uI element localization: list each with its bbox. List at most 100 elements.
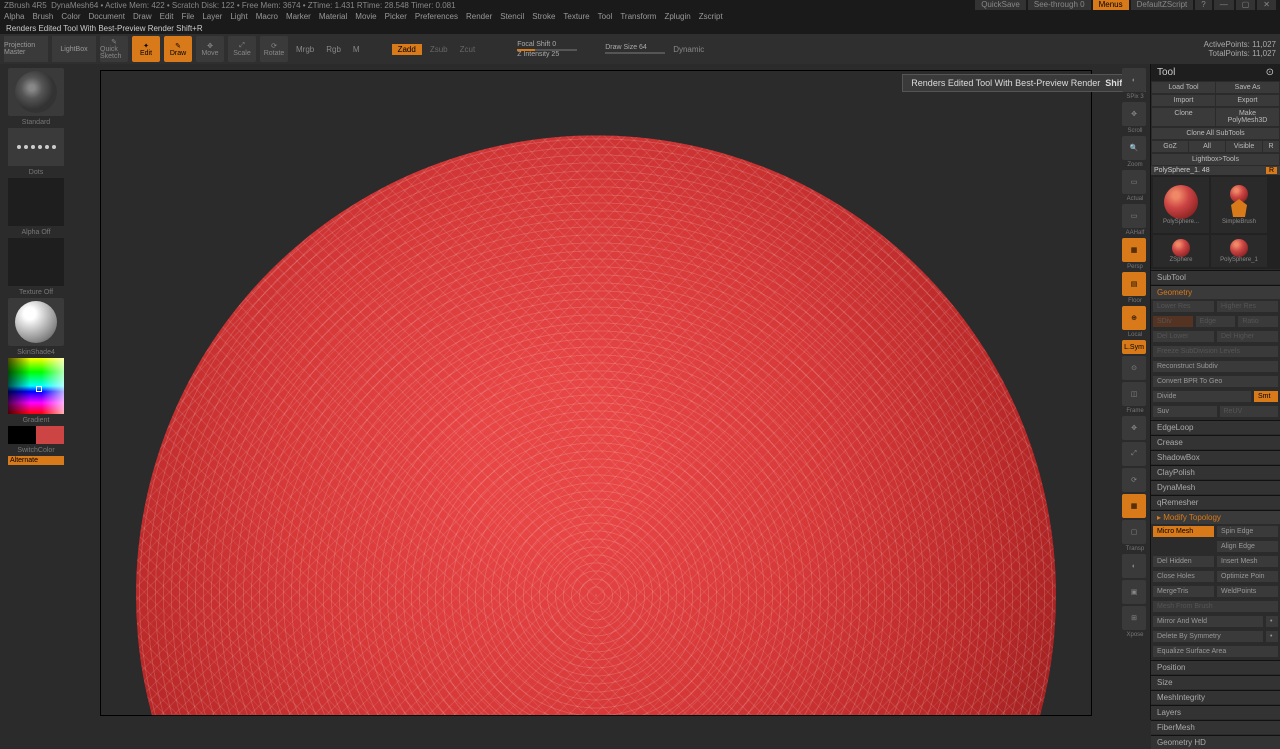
menus-button[interactable]: Menus <box>1093 0 1129 10</box>
lightbox-button[interactable]: LightBox <box>52 36 96 62</box>
spin-edge-button[interactable]: Spin Edge <box>1217 526 1278 537</box>
lsym-button[interactable]: L.Sym <box>1122 340 1146 354</box>
defaultscript-button[interactable]: DefaultZScript <box>1131 0 1194 10</box>
make-polymesh-button[interactable]: Make PolyMesh3D <box>1216 108 1279 126</box>
alpha-thumbnail[interactable] <box>8 178 64 226</box>
menu-item[interactable]: Document <box>89 12 125 21</box>
frame-button[interactable]: ◫ <box>1122 382 1146 406</box>
mergetris-button[interactable]: MergeTris <box>1153 586 1214 597</box>
menu-item[interactable]: Material <box>319 12 347 21</box>
thumb-zsphere[interactable]: ZSphere <box>1153 235 1209 267</box>
section-geohd[interactable]: Geometry HD <box>1151 735 1280 749</box>
ratio-button[interactable]: Ratio <box>1238 316 1278 327</box>
insert-mesh-button[interactable]: Insert Mesh <box>1217 556 1278 567</box>
menu-item[interactable]: Stroke <box>532 12 555 21</box>
section-shadowbox[interactable]: ShadowBox <box>1151 450 1280 464</box>
del-hidden-button[interactable]: Del Hidden <box>1153 556 1214 567</box>
zsub-button[interactable]: Zsub <box>426 44 452 55</box>
menu-item[interactable]: Zplugin <box>664 12 690 21</box>
visible-button[interactable]: Visible <box>1226 141 1262 152</box>
solo-icon[interactable]: ▣ <box>1122 580 1146 604</box>
suv-button[interactable]: Suv <box>1153 406 1217 417</box>
xpose-button[interactable]: ⊞ <box>1122 606 1146 630</box>
lightbox-tools-button[interactable]: Lightbox>Tools <box>1152 154 1279 165</box>
mesh-sphere[interactable] <box>136 135 1056 716</box>
align-edge-button[interactable]: Align Edge <box>1217 541 1278 552</box>
rotate-button[interactable]: ⟳Rotate <box>260 36 288 62</box>
menu-item[interactable]: Alpha <box>4 12 24 21</box>
menu-item[interactable]: Transform <box>620 12 656 21</box>
section-claypolish[interactable]: ClayPolish <box>1151 465 1280 479</box>
tool-name-bar[interactable]: PolySphere_1. 48R <box>1151 166 1280 175</box>
menu-item[interactable]: Stencil <box>500 12 524 21</box>
menu-item[interactable]: Edit <box>160 12 174 21</box>
collapse-icon[interactable]: ⊙ <box>1266 67 1274 78</box>
help-icon[interactable]: ? <box>1195 0 1211 10</box>
menu-item[interactable]: Texture <box>563 12 589 21</box>
all-button[interactable]: All <box>1189 141 1225 152</box>
section-subtool[interactable]: SubTool <box>1151 270 1280 284</box>
scale-icon[interactable]: ⤢ <box>1122 442 1146 466</box>
section-dynamesh[interactable]: DynaMesh <box>1151 480 1280 494</box>
draw-button[interactable]: ✎Draw <box>164 36 192 62</box>
edit-button[interactable]: ✦Edit <box>132 36 160 62</box>
delsym-axis-icon[interactable]: • <box>1266 631 1278 642</box>
menu-item[interactable]: Light <box>230 12 247 21</box>
save-as-button[interactable]: Save As <box>1216 82 1279 93</box>
rotate-icon[interactable]: ⟳ <box>1122 468 1146 492</box>
optimize-button[interactable]: Optimize Poin <box>1217 571 1278 582</box>
menu-item[interactable]: Marker <box>286 12 311 21</box>
lower-res-button[interactable]: Lower Res <box>1153 301 1214 312</box>
move-button[interactable]: ✥Move <box>196 36 224 62</box>
xpose-icon[interactable]: ⊙ <box>1122 356 1146 380</box>
freeze-subdiv-button[interactable]: Freeze SubDivision Levels <box>1153 346 1278 357</box>
section-modify-topology[interactable]: ▸ Modify Topology <box>1151 510 1280 524</box>
menu-item[interactable]: Draw <box>133 12 152 21</box>
scale-button[interactable]: ⤢Scale <box>228 36 256 62</box>
viewport[interactable] <box>100 70 1092 716</box>
material-thumbnail[interactable] <box>8 298 64 346</box>
mirror-weld-button[interactable]: Mirror And Weld <box>1153 616 1263 627</box>
zoom-button[interactable]: 🔍 <box>1122 136 1146 160</box>
brush-thumbnail[interactable] <box>8 68 64 116</box>
mirror-axis-icon[interactable]: • <box>1266 616 1278 627</box>
r-button[interactable]: R <box>1263 141 1279 152</box>
equalize-button[interactable]: Equalize Surface Area <box>1153 646 1278 657</box>
import-button[interactable]: Import <box>1152 95 1215 106</box>
seethrough-slider[interactable]: See-through 0 <box>1028 0 1091 10</box>
quicksketch-button[interactable]: ✎Quick Sketch <box>100 36 128 62</box>
section-geometry[interactable]: Geometry <box>1151 285 1280 299</box>
projection-master-button[interactable]: Projection Master <box>4 36 48 62</box>
dynamic-button[interactable]: Dynamic <box>673 45 704 54</box>
micromesh-button[interactable]: Micro Mesh <box>1153 526 1214 537</box>
goz-button[interactable]: GoZ <box>1152 141 1188 152</box>
clone-all-button[interactable]: Clone All SubTools <box>1152 128 1279 139</box>
color-picker[interactable] <box>8 358 64 414</box>
mesh-from-brush-button[interactable]: Mesh From Brush <box>1153 601 1278 612</box>
scroll-button[interactable]: ✥ <box>1122 102 1146 126</box>
switchcolor-button[interactable]: SwitchColor <box>17 447 54 454</box>
reconstruct-button[interactable]: Reconstruct Subdiv <box>1153 361 1278 372</box>
m-button[interactable]: M <box>353 45 360 54</box>
quicksave-button[interactable]: QuickSave <box>975 0 1026 10</box>
ghost-icon[interactable]: ◐ <box>1122 554 1146 578</box>
load-tool-button[interactable]: Load Tool <box>1152 82 1215 93</box>
section-size[interactable]: Size <box>1151 675 1280 689</box>
section-crease[interactable]: Crease <box>1151 435 1280 449</box>
focal-shift-slider[interactable]: Focal Shift 0Z Intensity 25 <box>517 41 577 58</box>
stroke-thumbnail[interactable] <box>8 128 64 166</box>
maximize-icon[interactable]: ▢ <box>1236 0 1256 10</box>
transp-button[interactable]: ▢ <box>1122 520 1146 544</box>
export-button[interactable]: Export <box>1216 95 1279 106</box>
zadd-button[interactable]: Zadd <box>392 44 422 55</box>
menu-item[interactable]: Render <box>466 12 492 21</box>
del-higher-button[interactable]: Del Higher <box>1217 331 1278 342</box>
reuv-button[interactable]: ReUV <box>1220 406 1279 417</box>
delete-symmetry-button[interactable]: Delete By Symmetry <box>1153 631 1263 642</box>
close-holes-button[interactable]: Close Holes <box>1153 571 1214 582</box>
menu-item[interactable]: Layer <box>202 12 222 21</box>
del-lower-button[interactable]: Del Lower <box>1153 331 1214 342</box>
menu-item[interactable]: Macro <box>256 12 278 21</box>
smt-button[interactable]: Smt <box>1254 391 1278 402</box>
menu-item[interactable]: Brush <box>32 12 53 21</box>
